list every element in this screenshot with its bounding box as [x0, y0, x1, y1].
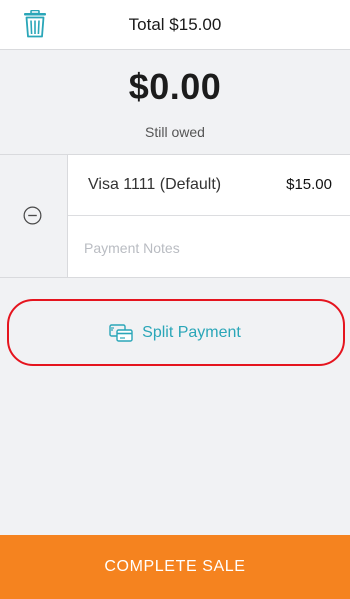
payment-entry: Visa 1111 (Default) $15.00	[0, 154, 350, 278]
split-payment-label: Split Payment	[142, 324, 241, 341]
trash-icon[interactable]	[22, 10, 48, 38]
minus-circle-icon[interactable]	[23, 206, 42, 225]
remove-payment-column	[0, 155, 68, 277]
payment-details: Visa 1111 (Default) $15.00	[68, 155, 350, 277]
order-total-title: Total $15.00	[128, 15, 222, 34]
still-owed-label: Still owed	[145, 124, 205, 140]
payment-notes-input[interactable]	[84, 228, 334, 268]
header-bar: Total $15.00	[0, 0, 350, 50]
split-payment-button[interactable]: Split Payment	[0, 316, 350, 350]
complete-sale-button[interactable]: COMPLETE SALE	[0, 535, 350, 599]
amount-owed: $0.00	[128, 66, 222, 107]
card-label: Visa 1111 (Default)	[88, 176, 222, 193]
payment-method-row[interactable]: Visa 1111 (Default) $15.00	[68, 155, 350, 216]
card-split-icon	[109, 324, 133, 342]
checkout-screen: Total $15.00 $0.00 Still owed Visa 1111 …	[0, 0, 350, 599]
card-amount: $15.00	[286, 176, 332, 193]
